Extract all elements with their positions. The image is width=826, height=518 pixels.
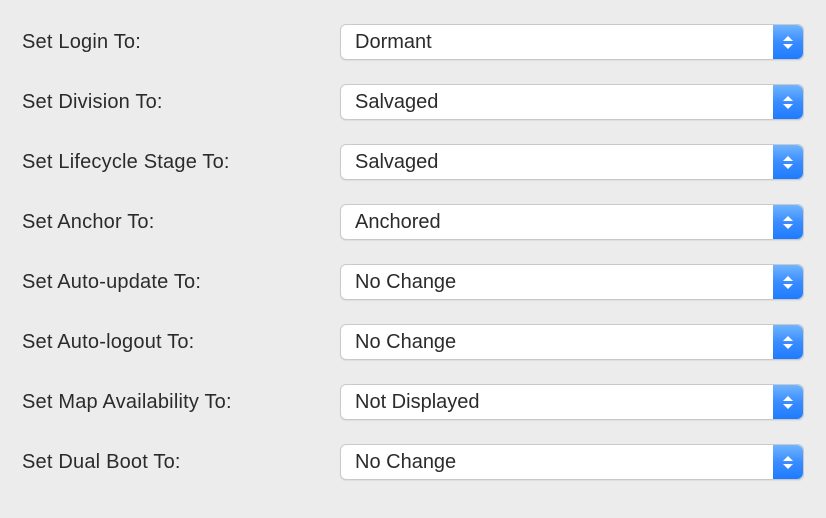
label-map-availability: Set Map Availability To: <box>22 391 340 414</box>
chevron-down-icon <box>783 284 793 289</box>
chevron-down-icon <box>783 164 793 169</box>
select-login-value: Dormant <box>355 31 432 54</box>
chevron-down-icon <box>783 104 793 109</box>
stepper-icon <box>773 445 803 479</box>
chevron-down-icon <box>783 224 793 229</box>
row-lifecycle-stage: Set Lifecycle Stage To: Salvaged <box>22 144 804 180</box>
chevron-up-icon <box>783 456 793 461</box>
select-auto-logout-value: No Change <box>355 331 456 354</box>
select-anchor[interactable]: Anchored <box>340 204 804 240</box>
row-dual-boot: Set Dual Boot To: No Change <box>22 444 804 480</box>
label-lifecycle-stage: Set Lifecycle Stage To: <box>22 151 340 174</box>
select-login[interactable]: Dormant <box>340 24 804 60</box>
chevron-down-icon <box>783 404 793 409</box>
select-dual-boot-value: No Change <box>355 451 456 474</box>
row-login: Set Login To: Dormant <box>22 24 804 60</box>
row-auto-logout: Set Auto-logout To: No Change <box>22 324 804 360</box>
chevron-up-icon <box>783 396 793 401</box>
settings-form: Set Login To: Dormant Set Division To: S… <box>0 0 826 504</box>
chevron-down-icon <box>783 44 793 49</box>
select-map-availability[interactable]: Not Displayed <box>340 384 804 420</box>
chevron-up-icon <box>783 156 793 161</box>
select-map-availability-value: Not Displayed <box>355 391 480 414</box>
label-division: Set Division To: <box>22 91 340 114</box>
label-dual-boot: Set Dual Boot To: <box>22 451 340 474</box>
chevron-down-icon <box>783 344 793 349</box>
label-auto-update: Set Auto-update To: <box>22 271 340 294</box>
chevron-up-icon <box>783 216 793 221</box>
row-auto-update: Set Auto-update To: No Change <box>22 264 804 300</box>
stepper-icon <box>773 85 803 119</box>
label-auto-logout: Set Auto-logout To: <box>22 331 340 354</box>
chevron-down-icon <box>783 464 793 469</box>
label-anchor: Set Anchor To: <box>22 211 340 234</box>
select-auto-update-value: No Change <box>355 271 456 294</box>
select-lifecycle-stage[interactable]: Salvaged <box>340 144 804 180</box>
stepper-icon <box>773 145 803 179</box>
row-map-availability: Set Map Availability To: Not Displayed <box>22 384 804 420</box>
select-anchor-value: Anchored <box>355 211 441 234</box>
row-division: Set Division To: Salvaged <box>22 84 804 120</box>
stepper-icon <box>773 265 803 299</box>
select-dual-boot[interactable]: No Change <box>340 444 804 480</box>
label-login: Set Login To: <box>22 31 340 54</box>
chevron-up-icon <box>783 36 793 41</box>
stepper-icon <box>773 205 803 239</box>
chevron-up-icon <box>783 336 793 341</box>
chevron-up-icon <box>783 276 793 281</box>
stepper-icon <box>773 385 803 419</box>
select-division-value: Salvaged <box>355 91 438 114</box>
select-division[interactable]: Salvaged <box>340 84 804 120</box>
select-auto-update[interactable]: No Change <box>340 264 804 300</box>
stepper-icon <box>773 25 803 59</box>
chevron-up-icon <box>783 96 793 101</box>
select-auto-logout[interactable]: No Change <box>340 324 804 360</box>
row-anchor: Set Anchor To: Anchored <box>22 204 804 240</box>
select-lifecycle-stage-value: Salvaged <box>355 151 438 174</box>
stepper-icon <box>773 325 803 359</box>
